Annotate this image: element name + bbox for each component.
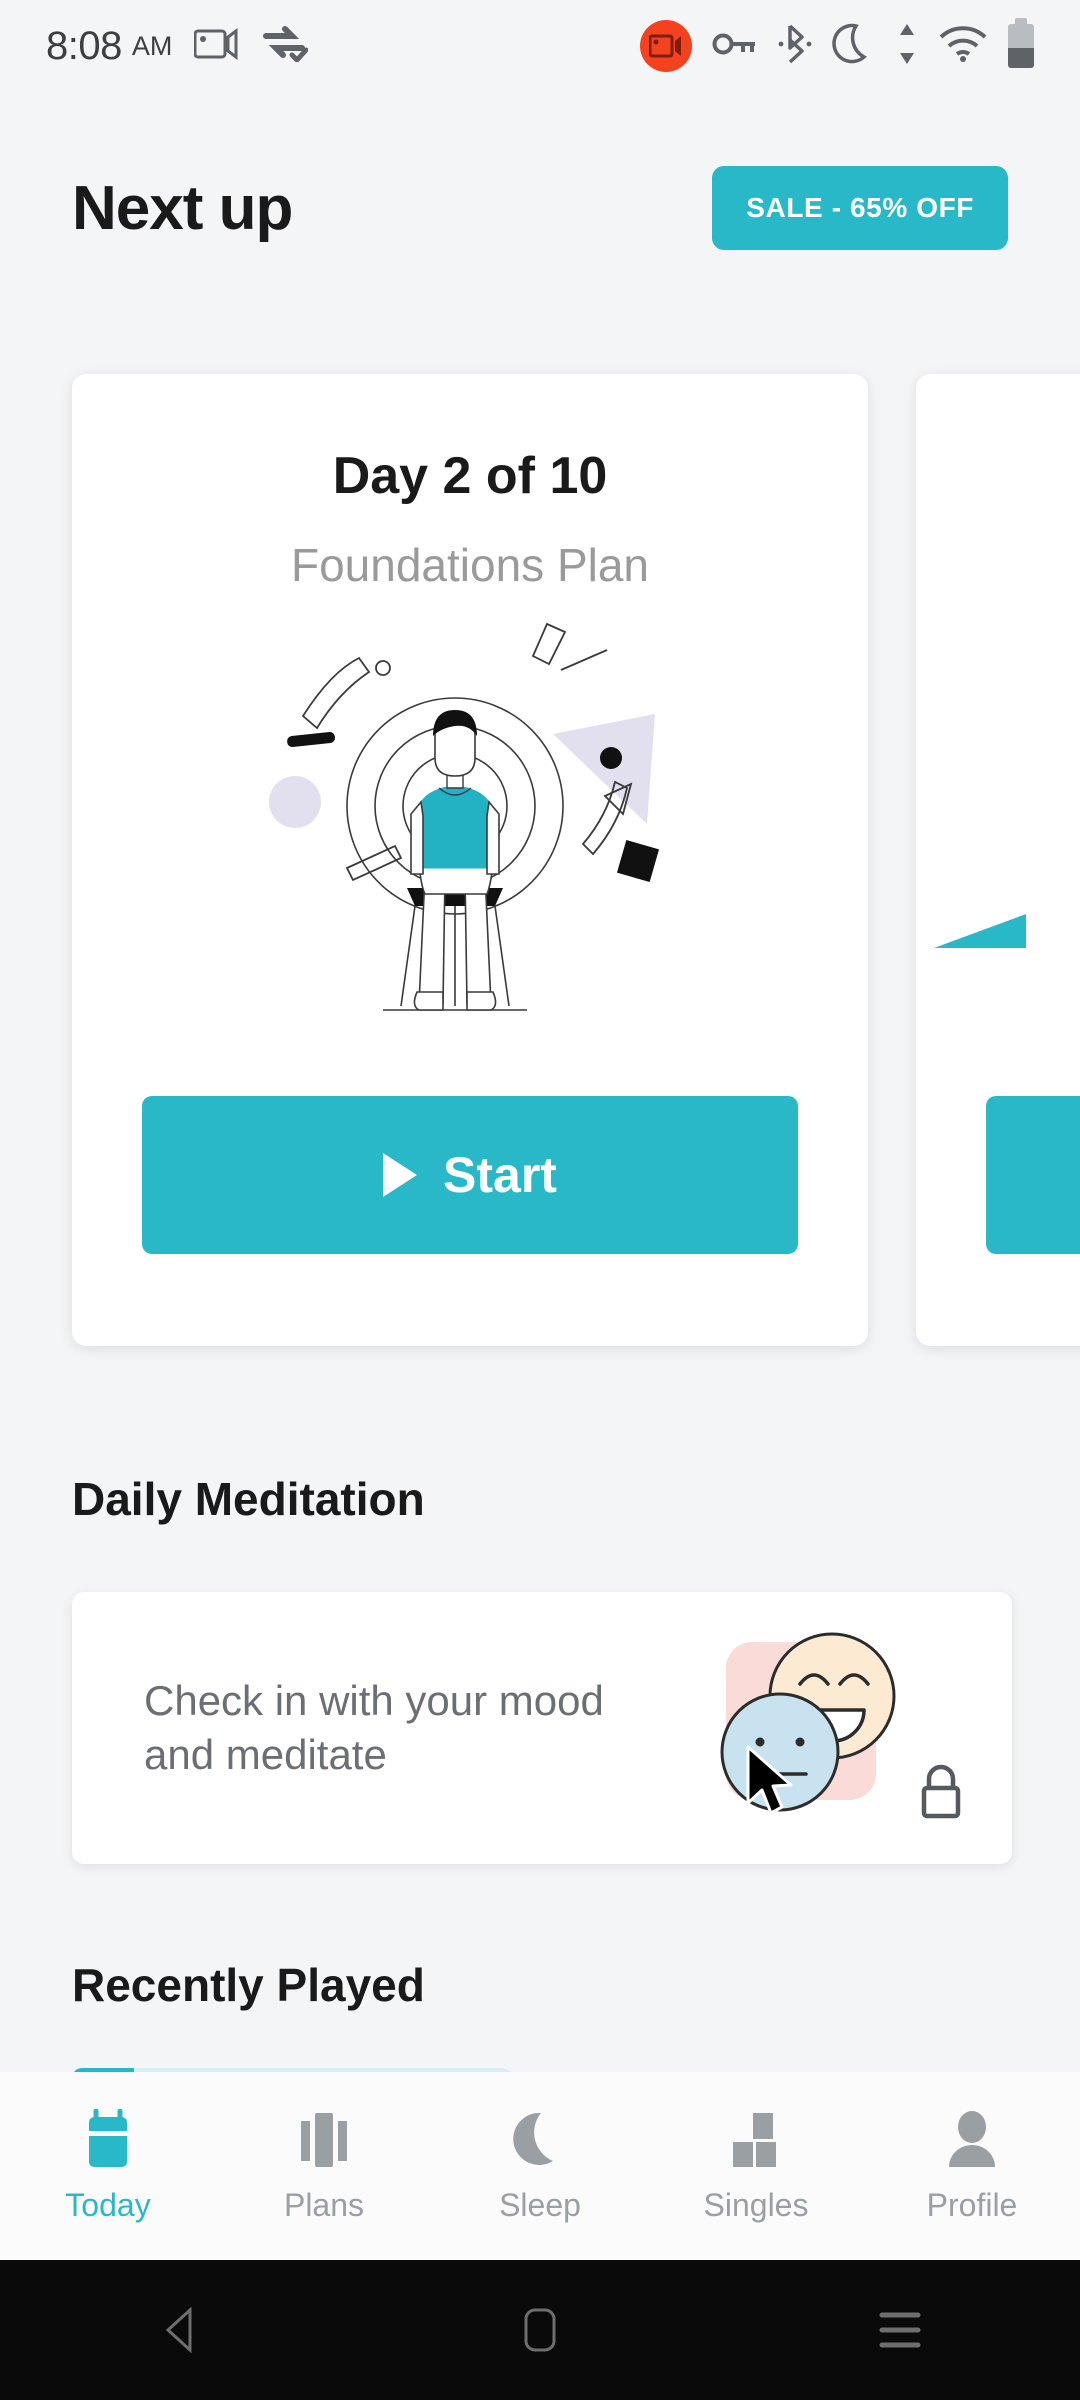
calendar-icon [79,2108,137,2171]
status-bar-clock: 8:08 [46,23,122,68]
data-transfer-icon [896,22,918,71]
tab-singles-label: Singles [703,2186,809,2223]
sale-button[interactable]: SALE - 65% OFF [712,166,1008,250]
tab-plans[interactable]: Plans [216,2109,432,2224]
start-button[interactable]: Start [142,1096,798,1254]
page-header: Next up SALE - 65% OFF [0,148,1080,268]
screen-record-active-icon [640,20,692,72]
next-card-triangle-icon [934,914,1026,948]
home-icon[interactable] [360,2307,720,2353]
mood-checkin-text: Check in with your mood and meditate [144,1677,604,1778]
android-navigation-bar[interactable] [0,2260,1080,2400]
tab-profile[interactable]: Profile [864,2109,1080,2224]
do-not-disturb-moon-icon [832,21,876,72]
daily-meditation-title: Daily Meditation [72,1473,425,1525]
plan-carousel[interactable]: Day 2 of 10 Foundations Plan Start [0,374,1080,1346]
app-screen: 8:08 AM Next up SALE - 65% OFF Day 2 of … [0,0,1080,2400]
tab-today[interactable]: Today [0,2108,216,2224]
tab-profile-label: Profile [926,2186,1018,2223]
vpn-key-icon [712,30,758,63]
data-saver-icon [262,25,309,67]
back-icon[interactable] [0,2307,360,2353]
bottom-tab-bar[interactable]: Today Plans Sleep Singles Profile [0,2072,1080,2260]
wifi-icon [938,25,988,68]
tab-sleep[interactable]: Sleep [432,2109,648,2224]
bluetooth-icon [778,22,812,71]
plan-card-next[interactable] [916,374,1080,1346]
recents-icon[interactable] [720,2309,1080,2351]
mood-faces-illustration [692,1610,928,1846]
plan-name-label: Foundations Plan [290,539,650,591]
page-title: Next up [72,173,293,243]
person-meditating-illustration [255,606,685,1036]
person-icon [943,2109,1001,2171]
screen-record-icon [193,27,240,66]
mouse-cursor [744,1745,796,1817]
play-icon [383,1153,418,1197]
status-bar-ampm: AM [131,30,173,61]
blocks-icon [727,2109,785,2171]
status-bar-left: 8:08 AM [46,23,309,69]
status-bar: 8:08 AM [0,0,1080,92]
plan-card[interactable]: Day 2 of 10 Foundations Plan Start [72,374,868,1346]
columns-icon [295,2109,353,2171]
start-button-label: Start [443,1147,557,1203]
mood-checkin-card[interactable]: Check in with your mood and meditate [72,1592,1012,1864]
recently-played-title: Recently Played [72,1959,425,2011]
battery-icon [1008,18,1034,68]
next-card-button[interactable] [986,1096,1080,1254]
status-bar-right [640,18,1034,72]
plan-day-label: Day 2 of 10 [332,447,608,505]
tab-today-label: Today [65,2186,151,2223]
tab-sleep-label: Sleep [499,2186,581,2223]
moon-icon [511,2109,569,2171]
tab-singles[interactable]: Singles [648,2109,864,2224]
lock-icon [914,1762,968,1820]
tab-plans-label: Plans [283,2186,365,2223]
